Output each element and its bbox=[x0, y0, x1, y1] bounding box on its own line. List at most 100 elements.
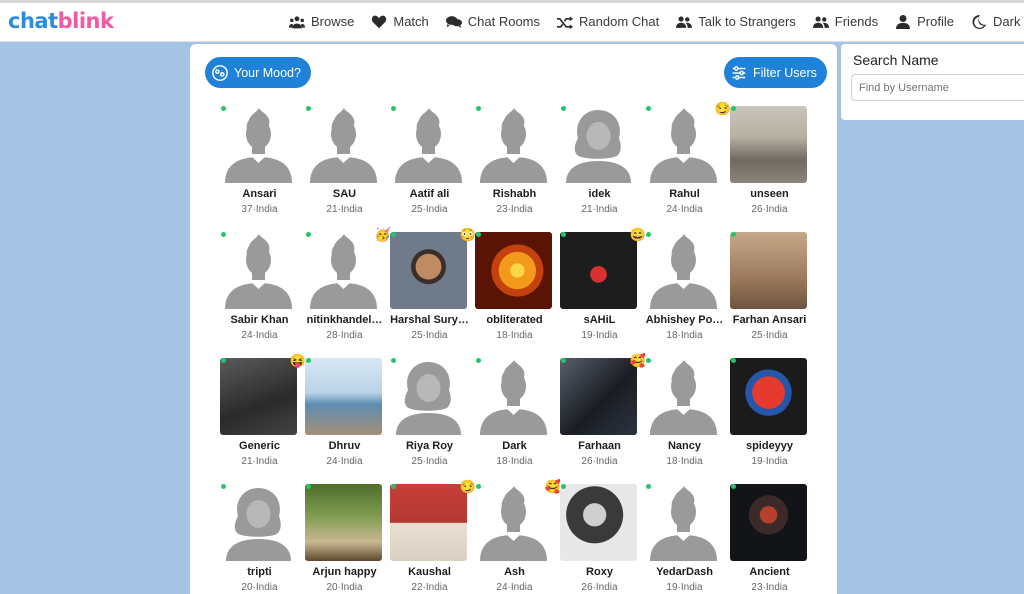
user-name: Farhaan bbox=[578, 440, 621, 452]
nav-item-label: Random Chat bbox=[579, 14, 660, 29]
user-card[interactable]: 😏 Rahul 24·India bbox=[642, 101, 731, 215]
user-card[interactable]: obliterated 18·India bbox=[472, 229, 557, 341]
user-card[interactable]: spideyyy 19·India bbox=[727, 355, 812, 467]
default-male-avatar bbox=[305, 106, 382, 183]
user-name: Dark bbox=[502, 440, 527, 452]
logo-part-1: chat bbox=[8, 9, 58, 33]
online-indicator bbox=[561, 358, 566, 363]
user-photo bbox=[305, 484, 382, 561]
nav-item-profile[interactable]: Profile bbox=[895, 14, 954, 29]
user-card[interactable]: Sabir Khan 24·India bbox=[217, 229, 302, 341]
online-indicator bbox=[391, 232, 396, 237]
user-browser-panel: Your Mood? Filter Users Ansari 37·India SA… bbox=[190, 44, 837, 594]
nav-item-random-chat[interactable]: Random Chat bbox=[557, 14, 659, 29]
online-indicator bbox=[646, 358, 651, 363]
user-photo bbox=[560, 484, 637, 561]
mood-icon bbox=[212, 64, 228, 81]
user-age-country: 19·India bbox=[666, 582, 703, 593]
user-age-country: 28·India bbox=[326, 330, 363, 341]
nav-item-label: Friends bbox=[834, 14, 879, 29]
user-age-country: 19·India bbox=[751, 456, 788, 467]
user-name: Nancy bbox=[667, 440, 702, 452]
user-photo bbox=[560, 358, 637, 435]
user-card[interactable]: Dark 18·India bbox=[472, 355, 557, 467]
online-indicator bbox=[561, 232, 566, 237]
default-female-avatar bbox=[390, 358, 467, 435]
sliders-icon bbox=[732, 65, 746, 80]
user-card[interactable]: Dhruv 24·India bbox=[302, 355, 387, 467]
user-card[interactable]: tripti 20·India bbox=[217, 481, 302, 593]
user-card[interactable]: 😄 sAHiL 19·India bbox=[557, 227, 646, 341]
online-indicator bbox=[391, 484, 396, 489]
user-card[interactable]: unseen 26·India bbox=[727, 103, 812, 215]
filter-users-button[interactable]: Filter Users bbox=[724, 57, 827, 88]
user-photo bbox=[390, 232, 467, 309]
user-age-country: 26·India bbox=[581, 582, 618, 593]
online-indicator bbox=[731, 232, 736, 237]
your-mood-label: Your Mood? bbox=[234, 65, 301, 80]
user-photo bbox=[220, 358, 297, 435]
online-indicator bbox=[221, 484, 226, 489]
user-card[interactable]: 🥰 Ash 24·India bbox=[472, 479, 561, 593]
default-male-avatar bbox=[305, 232, 382, 309]
user-card[interactable]: Ancient 23·India bbox=[727, 481, 812, 593]
user-age-country: 20·India bbox=[241, 582, 278, 593]
user-card[interactable]: Roxy 26·India bbox=[557, 481, 642, 593]
nav-item-browse[interactable]: Browse bbox=[289, 14, 354, 29]
default-male-avatar bbox=[220, 106, 297, 183]
user-photo bbox=[475, 232, 552, 309]
user-card[interactable]: Farhan Ansari 25·India bbox=[727, 229, 812, 341]
online-indicator bbox=[646, 484, 651, 489]
user-card[interactable]: 🥰 Farhaan 26·India bbox=[557, 353, 646, 467]
username-search-input[interactable] bbox=[851, 74, 1024, 101]
user-card[interactable]: Aatif ali 25·India bbox=[387, 103, 472, 215]
user-name: Arjun happy bbox=[312, 566, 377, 578]
default-male-avatar bbox=[645, 484, 722, 561]
user-photo bbox=[305, 358, 382, 435]
user-age-country: 24·India bbox=[326, 456, 363, 467]
default-male-avatar bbox=[475, 484, 552, 561]
default-male-avatar bbox=[390, 106, 467, 183]
default-female-avatar bbox=[560, 106, 637, 183]
your-mood-button[interactable]: Your Mood? bbox=[205, 57, 311, 88]
user-card[interactable]: 😳 Harshal Sury… 25·India bbox=[387, 227, 476, 341]
user-age-country: 23·India bbox=[751, 582, 788, 593]
user-card[interactable]: idek 21·India bbox=[557, 103, 642, 215]
user-photo bbox=[730, 232, 807, 309]
user-card[interactable]: YedarDash 19·India bbox=[642, 481, 727, 593]
nav-item-chat-rooms[interactable]: Chat Rooms bbox=[445, 14, 541, 29]
user-name: spideyyy bbox=[745, 440, 794, 452]
user-name: SAU bbox=[332, 188, 357, 200]
nav-item-label: Chat Rooms bbox=[467, 14, 541, 29]
user-group-icon bbox=[676, 15, 698, 29]
user-age-country: 18·India bbox=[666, 456, 703, 467]
user-age-country: 24·India bbox=[666, 204, 703, 215]
user-card[interactable]: 😏 Kaushal 22·India bbox=[387, 479, 476, 593]
user-card[interactable]: Arjun happy 20·India bbox=[302, 481, 387, 593]
user-name: Roxy bbox=[586, 566, 613, 578]
user-age-country: 20·India bbox=[326, 582, 363, 593]
user-card[interactable]: Ansari 37·India bbox=[217, 103, 302, 215]
nav-item-friends[interactable]: Friends bbox=[812, 14, 879, 29]
default-male-avatar bbox=[475, 106, 552, 183]
online-indicator bbox=[221, 232, 226, 237]
user-age-country: 24·India bbox=[496, 582, 533, 593]
user-age-country: 21·India bbox=[581, 204, 618, 215]
user-card[interactable]: Abhishey Po… 18·India bbox=[642, 229, 727, 341]
nav-item-dark[interactable]: Dark bbox=[971, 14, 1020, 29]
user-card[interactable]: SAU 21·India bbox=[302, 103, 387, 215]
online-indicator bbox=[561, 106, 566, 111]
user-age-country: 18·India bbox=[496, 456, 533, 467]
user-card[interactable]: Riya Roy 25·India bbox=[387, 355, 472, 467]
user-card[interactable]: 🥳 nitinkhandel… 28·India bbox=[302, 227, 391, 341]
nav-item-talk-to-strangers[interactable]: Talk to Strangers bbox=[676, 14, 796, 29]
user-card[interactable]: 😝 Generic 21·India bbox=[217, 353, 306, 467]
user-card[interactable]: Rishabh 23·India bbox=[472, 103, 557, 215]
user-name: Sabir Khan bbox=[230, 314, 289, 326]
search-title: Search Name bbox=[853, 52, 939, 68]
chatblink-logo[interactable]: chatblink bbox=[8, 9, 114, 33]
user-card[interactable]: Nancy 18·India bbox=[642, 355, 727, 467]
nav-item-match[interactable]: Match bbox=[371, 14, 429, 29]
user-age-country: 23·India bbox=[496, 204, 533, 215]
user-name: Harshal Sury… bbox=[390, 314, 469, 326]
